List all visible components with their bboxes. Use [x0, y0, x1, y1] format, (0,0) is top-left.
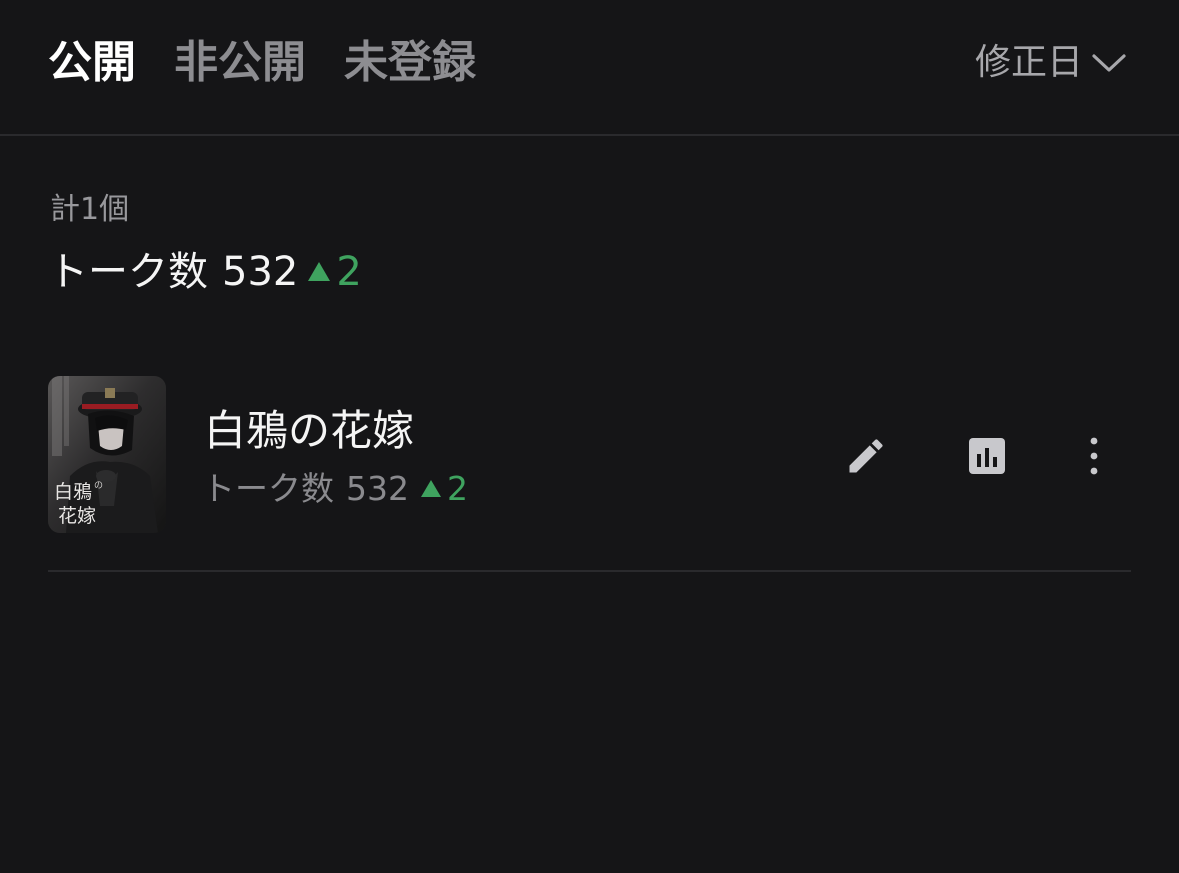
item-talk-label: トーク数 [202, 469, 334, 508]
cover-image: 白鴉 花嫁 の [48, 376, 166, 533]
item-talk-delta: 2 [421, 468, 468, 510]
talk-count-label: トーク数 [48, 249, 208, 295]
more-vertical-icon [1090, 437, 1098, 475]
tab-public[interactable]: 公開 [48, 34, 136, 92]
item-talk-count: トーク数 532 2 [202, 468, 468, 510]
tab-unregistered[interactable]: 未登録 [344, 34, 476, 92]
total-count: 計1個 [50, 192, 130, 227]
tab-bar: 公開 非公開 未登録 修正日 [0, 0, 1179, 136]
talk-count-value: 532 [222, 249, 299, 295]
talk-delta-value: 2 [336, 249, 362, 295]
more-options-button[interactable] [1070, 432, 1118, 480]
list-item[interactable]: 白鴉 花嫁 の 白鴉の花嫁 トーク数 532 2 [48, 376, 1131, 572]
bar-chart-icon [969, 438, 1005, 474]
increase-triangle-icon [421, 480, 441, 497]
sort-label: 修正日 [974, 42, 1083, 83]
cover-title-bottom: 花嫁 [58, 505, 96, 527]
sort-dropdown[interactable]: 修正日 [975, 40, 1127, 86]
edit-button[interactable] [842, 432, 890, 480]
app-screen: 公開 非公開 未登録 修正日 計1個 トーク数 532 2 白鴉 花嫁 の 白鴉… [0, 0, 1179, 873]
cover-title-top: 白鴉 [54, 481, 92, 503]
tab-list: 公開 非公開 未登録 [48, 34, 476, 92]
total-talk-count: トーク数 532 2 [48, 246, 362, 298]
cover-title-particle: の [94, 481, 103, 491]
pencil-icon [849, 439, 883, 473]
item-talk-value: 532 [346, 469, 409, 508]
stats-button[interactable] [963, 432, 1011, 480]
increase-triangle-icon [308, 262, 331, 281]
tab-private[interactable]: 非公開 [174, 34, 306, 92]
item-delta-value: 2 [447, 469, 468, 508]
item-title[interactable]: 白鴉の花嫁 [204, 404, 414, 458]
talk-count-delta: 2 [308, 246, 362, 298]
item-thumbnail: 白鴉 花嫁 の [48, 376, 166, 533]
chevron-down-icon [1092, 54, 1126, 72]
